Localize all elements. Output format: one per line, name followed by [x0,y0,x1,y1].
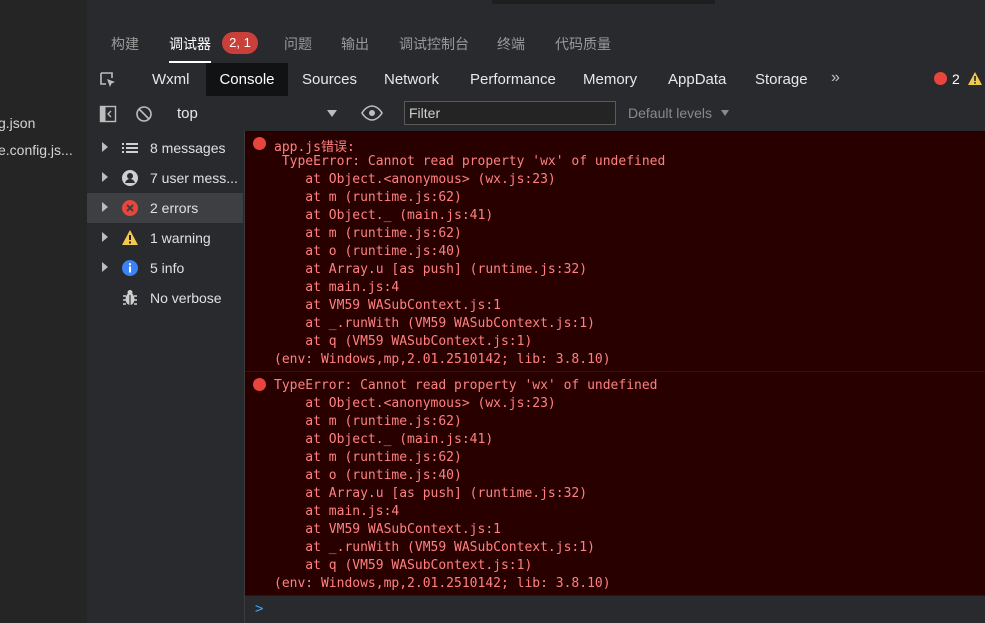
sidebar-item-user-messages[interactable]: 7 user mess... [87,163,243,193]
tab-build[interactable]: 构建 [111,34,139,54]
tab-debug-console[interactable]: 调试控制台 [399,34,469,54]
sidebar-item-label: 8 messages [150,140,226,156]
log-levels-dropdown[interactable]: Default levels [628,105,729,121]
stack-frame[interactable]: at Object.<anonymous> (wx.js:23) [274,172,555,187]
error-icon [253,137,266,150]
tab-memory[interactable]: Memory [583,63,637,96]
warning-icon [122,230,138,245]
stack-frame[interactable]: at main.js:4 [274,504,399,519]
log-levels-label: Default levels [628,105,713,121]
more-tabs-button[interactable]: » [831,69,840,87]
list-icon [122,143,138,153]
tab-storage[interactable]: Storage [755,63,808,96]
expand-arrow-icon[interactable] [102,142,108,152]
tab-network[interactable]: Network [384,63,439,96]
context-value: top [177,105,198,122]
expand-arrow-icon[interactable] [102,232,108,242]
sidebar-item-label: 2 errors [150,200,199,216]
stack-frame[interactable]: at Object._ (main.js:41) [274,208,493,223]
stack-frame[interactable]: at VM59 WASubContext.js:1 [274,298,501,313]
panel-tabs: 构建 调试器 2, 1 问题 输出 调试控制台 终端 代码质量 [87,20,985,64]
devtools-tabs: Wxml Console Sources Network Performance… [87,63,985,98]
console-output: app.js错误: TypeError: Cannot read propert… [245,131,985,623]
stack-frame[interactable]: at q (VM59 WASubContext.js:1) [274,334,532,349]
file-explorer-panel: g.json e.config.js... [0,0,87,623]
stack-frame[interactable]: at Array.u [as push] (runtime.js:32) [274,486,587,501]
context-selector[interactable]: top [171,101,341,127]
debugger-panel: 构建 调试器 2, 1 问题 输出 调试控制台 终端 代码质量 Wxml Con… [87,0,985,623]
stack-frame[interactable]: at main.js:4 [274,280,399,295]
chevron-down-icon [720,110,729,116]
file-item[interactable]: e.config.js... [0,142,73,158]
clear-console-icon[interactable] [135,105,153,123]
sidebar-item-label: No verbose [150,290,222,306]
error-line: app.js错误: [274,140,355,155]
stack-frame[interactable]: at VM59 WASubContext.js:1 [274,522,501,537]
stack-frame[interactable]: at m (runtime.js:62) [274,226,462,241]
sidebar-item-errors[interactable]: 2 errors [87,193,243,223]
stack-frame[interactable]: at Object._ (main.js:41) [274,432,493,447]
sidebar-item-label: 1 warning [150,230,211,246]
stack-frame[interactable]: at Object.<anonymous> (wx.js:23) [274,396,555,411]
tab-code-quality[interactable]: 代码质量 [555,34,611,54]
tab-debugger[interactable]: 调试器 [169,34,211,63]
tab-performance[interactable]: Performance [470,63,556,96]
tab-sources[interactable]: Sources [302,63,357,96]
error-icon [122,200,138,216]
console-sidebar: 8 messages 7 user mess... 2 errors 1 war… [87,131,245,623]
tab-console[interactable]: Console [206,63,288,96]
stack-frame[interactable]: at _.runWith (VM59 WASubContext.js:1) [274,316,595,331]
console-toolbar: top Default levels [87,97,985,132]
tab-wxml[interactable]: Wxml [152,63,190,96]
inspect-element-icon[interactable] [99,71,117,89]
top-bar-fragment [492,0,715,4]
filter-input[interactable] [404,101,616,125]
bug-icon [123,290,137,305]
sidebar-item-verbose[interactable]: No verbose [87,283,243,313]
tab-terminal[interactable]: 终端 [497,34,525,54]
expand-arrow-icon[interactable] [102,262,108,272]
stack-frame[interactable]: at o (runtime.js:40) [274,468,462,483]
error-icon [253,378,266,391]
stack-frame[interactable]: at o (runtime.js:40) [274,244,462,259]
expand-arrow-icon[interactable] [102,202,108,212]
error-message[interactable]: app.js错误: TypeError: Cannot read propert… [245,131,985,372]
sidebar-item-warnings[interactable]: 1 warning [87,223,243,253]
eye-icon[interactable] [361,105,383,121]
sidebar-item-label: 5 info [150,260,185,276]
env-info: (env: Windows,mp,2.01.2510142; lib: 3.8.… [274,352,611,367]
user-icon [122,170,138,186]
error-line: TypeError: Cannot read property 'wx' of … [274,378,658,393]
info-icon [122,260,138,276]
error-icon [934,72,947,85]
sidebar-item-messages[interactable]: 8 messages [87,133,243,163]
error-count[interactable]: 2 [952,71,960,87]
sidebar-item-info[interactable]: 5 info [87,253,243,283]
stack-frame[interactable]: at m (runtime.js:62) [274,450,462,465]
stack-frame[interactable]: at m (runtime.js:62) [274,190,462,205]
console-prompt[interactable]: > [255,601,263,617]
tab-problems[interactable]: 问题 [284,34,312,54]
chevron-down-icon [327,110,337,117]
tab-appdata[interactable]: AppData [668,63,726,96]
stack-frame[interactable]: at m (runtime.js:62) [274,414,462,429]
stack-frame[interactable]: at q (VM59 WASubContext.js:1) [274,558,532,573]
tab-output[interactable]: 输出 [341,34,369,54]
expand-arrow-icon[interactable] [102,172,108,182]
stack-frame[interactable]: at Array.u [as push] (runtime.js:32) [274,262,587,277]
env-info: (env: Windows,mp,2.01.2510142; lib: 3.8.… [274,576,611,591]
stack-frame[interactable]: at _.runWith (VM59 WASubContext.js:1) [274,540,595,555]
error-count-badge: 2, 1 [222,32,258,54]
error-line: TypeError: Cannot read property 'wx' of … [274,154,666,169]
error-message[interactable]: TypeError: Cannot read property 'wx' of … [245,372,985,596]
file-item[interactable]: g.json [0,115,35,131]
warning-icon [968,72,982,85]
sidebar-item-label: 7 user mess... [150,170,238,186]
sidebar-toggle-icon[interactable] [99,105,117,123]
